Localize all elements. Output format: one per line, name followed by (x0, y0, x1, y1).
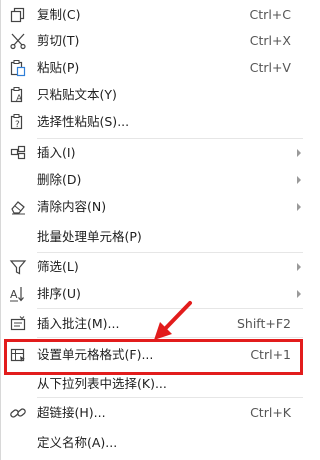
svg-text:?: ? (15, 120, 20, 130)
submenu-arrow-icon (297, 149, 301, 157)
menu-item-label: 插入(I) (37, 145, 76, 160)
menu-item-copy[interactable]: 复制(C) Ctrl+C (1, 2, 309, 28)
scissors-icon (10, 33, 26, 50)
svg-text:A: A (10, 288, 18, 301)
context-menu: 复制(C) Ctrl+C 剪切(T) Ctrl+X 粘贴(P) Ctrl+V A… (0, 0, 309, 460)
paste-special-icon: ? (10, 114, 23, 130)
menu-item-batch-process[interactable]: 批量处理单元格(P) (1, 224, 309, 250)
menu-item-format-cells[interactable]: 设置单元格格式(F)... Ctrl+1 (1, 342, 309, 368)
menu-item-label: 从下拉列表中选择(K)... (37, 376, 167, 391)
menu-item-label: 剪切(T) (37, 33, 80, 48)
menu-item-label: 选择性粘贴(S)... (37, 114, 130, 129)
submenu-arrow-icon (297, 203, 301, 211)
menu-separator (37, 308, 303, 309)
menu-item-insert[interactable]: 插入(I) (1, 140, 309, 166)
format-cells-icon (10, 348, 25, 362)
menu-separator (37, 337, 303, 338)
menu-item-label: 删除(D) (37, 172, 82, 187)
menu-item-paste[interactable]: 粘贴(P) Ctrl+V (1, 55, 309, 81)
menu-item-paste-special[interactable]: ? 选择性粘贴(S)... (1, 109, 309, 135)
eraser-icon (11, 201, 25, 215)
menu-item-insert-comment[interactable]: 插入批注(M)... Shift+F2 (1, 311, 309, 337)
menu-separator (37, 252, 303, 253)
menu-item-label: 粘贴(P) (37, 60, 80, 75)
menu-item-label: 设置单元格格式(F)... (37, 347, 154, 362)
menu-item-label: 清除内容(N) (37, 199, 107, 214)
menu-item-label: 批量处理单元格(P) (37, 229, 142, 244)
sort-icon: A (10, 287, 24, 302)
menu-item-define-name[interactable]: 定义名称(A)... (1, 430, 309, 456)
menu-item-clear-contents[interactable]: 清除内容(N) (1, 194, 309, 220)
menu-item-shortcut: Ctrl+X (249, 33, 291, 48)
submenu-arrow-icon (297, 176, 301, 184)
menu-item-filter[interactable]: 筛选(L) (1, 254, 309, 280)
menu-item-delete[interactable]: 删除(D) (1, 167, 309, 193)
menu-item-paste-text-only[interactable]: A 只粘贴文本(Y) (1, 82, 309, 108)
menu-item-label: 插入批注(M)... (37, 316, 120, 331)
menu-item-sort[interactable]: A 排序(U) (1, 281, 309, 307)
menu-item-label: 定义名称(A)... (37, 435, 118, 450)
menu-item-label: 筛选(L) (37, 259, 79, 274)
insert-icon (10, 145, 26, 160)
menu-item-hyperlink[interactable]: 超链接(H)... Ctrl+K (1, 400, 309, 426)
svg-text:A: A (16, 94, 23, 104)
menu-item-shortcut: Ctrl+K (250, 405, 291, 420)
filter-icon (9, 260, 27, 275)
menu-item-label: 复制(C) (37, 7, 81, 22)
menu-separator (37, 138, 303, 139)
paste-icon (10, 60, 26, 77)
menu-item-label: 只粘贴文本(Y) (37, 87, 117, 102)
submenu-arrow-icon (297, 290, 301, 298)
menu-item-label: 超链接(H)... (37, 405, 106, 420)
submenu-arrow-icon (297, 263, 301, 271)
paste-text-icon: A (10, 87, 23, 104)
menu-item-shortcut: Ctrl+1 (250, 347, 291, 362)
menu-item-cut[interactable]: 剪切(T) Ctrl+X (1, 28, 309, 54)
menu-separator (37, 397, 303, 398)
copy-icon (10, 7, 25, 23)
menu-item-shortcut: Ctrl+C (249, 7, 291, 22)
menu-item-label: 排序(U) (37, 286, 81, 301)
menu-item-pick-from-dropdown[interactable]: 从下拉列表中选择(K)... (1, 371, 309, 397)
comment-icon (10, 316, 26, 331)
menu-item-shortcut: Shift+F2 (236, 316, 291, 331)
link-icon (10, 408, 26, 418)
menu-item-shortcut: Ctrl+V (249, 60, 291, 75)
